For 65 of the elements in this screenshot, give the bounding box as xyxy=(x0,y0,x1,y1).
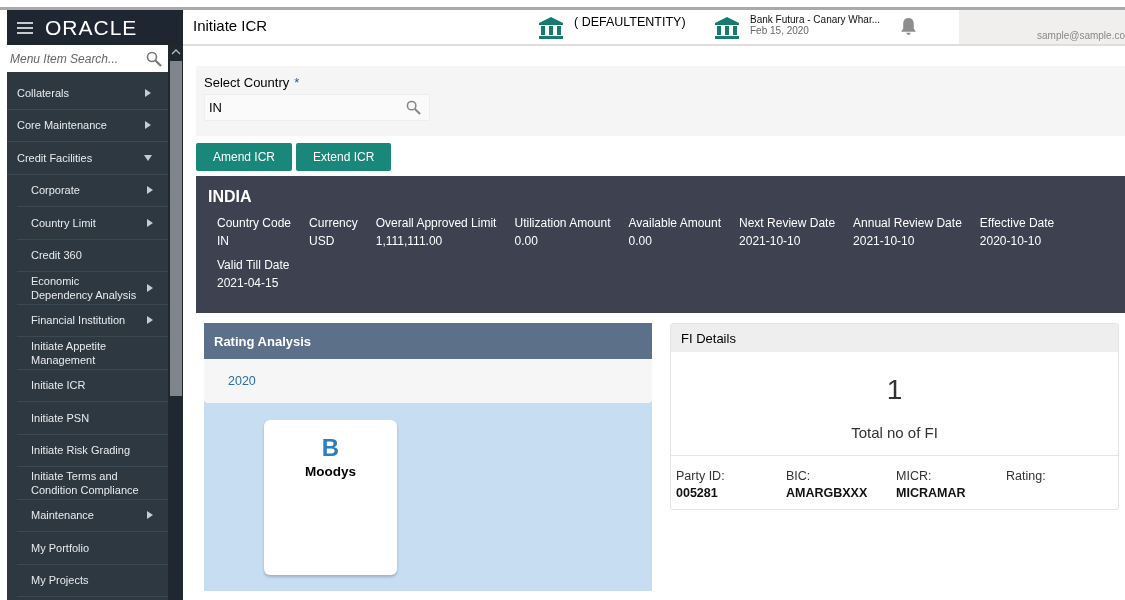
branch-date: Feb 15, 2020 xyxy=(750,25,810,36)
field-label: BIC: xyxy=(786,468,812,485)
year-link[interactable]: 2020 xyxy=(228,374,256,388)
menu-search-field[interactable]: Menu Item Search... xyxy=(10,45,138,72)
field-label: Annual Review Date xyxy=(853,215,962,232)
field-label: Available Amount xyxy=(628,215,722,232)
menu-search-field[interactable]: Menu Item Search... xyxy=(7,45,168,72)
field-value: MICRAMAR xyxy=(896,485,967,502)
rating-grade: B xyxy=(321,434,340,462)
field-value: 2020-10-10 xyxy=(979,233,1043,250)
field-label: Valid Till Date xyxy=(217,257,290,274)
field-label: Utilization Amount xyxy=(514,215,611,232)
field-label: Party ID: xyxy=(676,468,726,485)
field-value: 005281 xyxy=(676,485,719,502)
caret-down-icon xyxy=(144,153,152,162)
menu-icon[interactable] xyxy=(17,21,33,34)
search-icon[interactable] xyxy=(146,50,162,67)
field-value: 1,111,111.00 xyxy=(375,233,444,250)
required-mark: * xyxy=(294,75,300,90)
caret-right-icon xyxy=(144,121,152,130)
field-value: AMARGBXXX xyxy=(786,485,869,502)
country-field[interactable]: IN xyxy=(209,95,389,120)
scrollbar-thumb[interactable] xyxy=(169,61,182,396)
field-value: IN xyxy=(217,233,230,250)
card-header: Rating Analysis xyxy=(204,323,652,359)
caret-right-icon xyxy=(146,218,154,227)
oracle-logo: ORACLE xyxy=(45,15,138,40)
scroll-up-icon[interactable] xyxy=(170,49,181,55)
caret-right-icon xyxy=(146,511,154,520)
action-button[interactable]: Extend ICR xyxy=(296,143,392,171)
field-value: 0.00 xyxy=(628,233,653,250)
entity-name: ( DEFAULTENTITY) xyxy=(574,15,687,29)
field-value: 2021-10-10 xyxy=(739,233,802,250)
scrollbar[interactable] xyxy=(168,45,183,600)
field-label: MICR: xyxy=(896,468,933,485)
page-title: Initiate ICR xyxy=(193,17,269,34)
bank-icon xyxy=(538,16,564,40)
field-label: Country Code xyxy=(217,215,292,232)
field-label: Rating: xyxy=(1006,468,1047,485)
fi-count-label: Total no of FI xyxy=(851,424,938,441)
field-value: USD xyxy=(309,233,336,250)
year-tab[interactable]: 2020 xyxy=(204,359,652,403)
caret-right-icon xyxy=(146,283,154,292)
caret-right-icon xyxy=(146,186,154,195)
field-label: Currency xyxy=(309,215,358,232)
bank-icon xyxy=(714,16,740,40)
field-label: Effective Date xyxy=(979,215,1055,232)
field-value: 2021-10-10 xyxy=(853,233,916,250)
field-label: Select Country xyxy=(204,75,290,90)
field-label: Overall Approved Limit xyxy=(375,215,497,232)
country-name: INDIA xyxy=(208,188,253,206)
card-header: FI Details xyxy=(671,324,1118,352)
field-label: Next Review Date xyxy=(739,215,836,232)
user-email: sample@sample.co xyxy=(1037,30,1125,41)
action-button[interactable]: Amend ICR xyxy=(196,143,293,171)
branch-name: Bank Futura - Canary Whar... xyxy=(750,14,881,25)
agency-name: Moodys xyxy=(305,464,356,479)
country-field[interactable]: IN xyxy=(204,94,430,121)
bell-icon[interactable] xyxy=(900,17,918,36)
caret-right-icon xyxy=(144,88,152,97)
field-value: 0.00 xyxy=(514,233,539,250)
caret-right-icon xyxy=(146,316,154,325)
field-value: 2021-04-15 xyxy=(217,275,280,292)
fi-count: 1 xyxy=(886,374,903,406)
search-icon[interactable] xyxy=(406,100,421,115)
